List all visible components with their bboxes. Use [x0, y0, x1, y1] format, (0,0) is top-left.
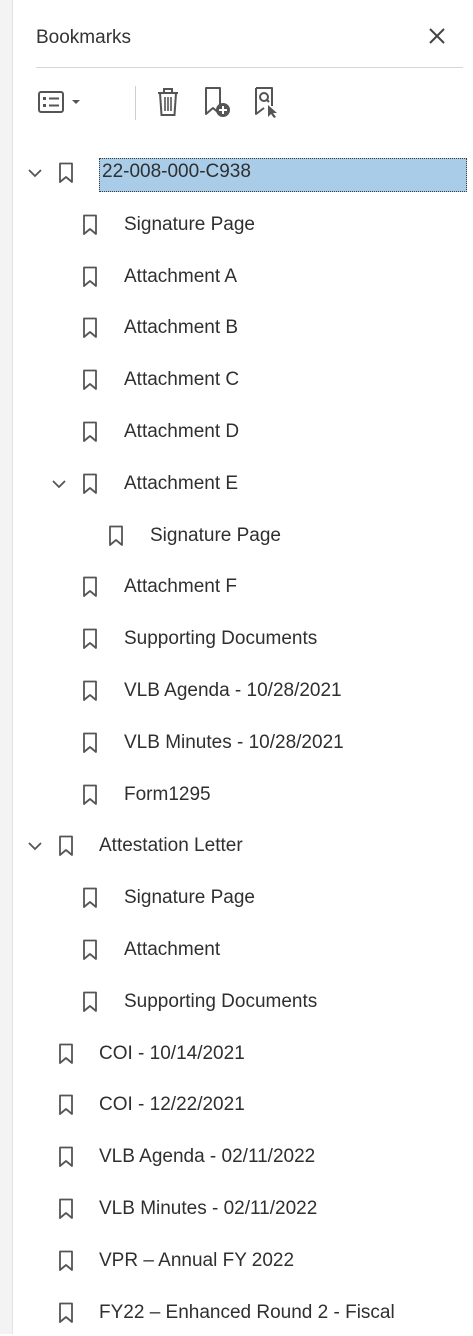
bookmark-icon — [82, 991, 98, 1013]
bookmark-item[interactable]: COI - 12/22/2021 — [0, 1082, 473, 1128]
chevron-down-icon[interactable] — [26, 837, 44, 855]
bookmark-icon — [82, 214, 98, 236]
close-button[interactable] — [423, 22, 451, 50]
bookmark-item[interactable]: Supporting Documents — [0, 979, 473, 1025]
bookmark-item[interactable]: VLB Agenda - 10/28/2021 — [0, 668, 473, 714]
bookmark-icon — [58, 162, 74, 184]
bookmark-icon — [82, 887, 98, 909]
list-options-icon — [38, 91, 80, 113]
bookmark-item[interactable]: Signature Page — [0, 513, 473, 559]
bookmark-item[interactable]: Form1295 — [0, 772, 473, 818]
bookmark-item[interactable]: Attachment D — [0, 409, 473, 455]
bookmark-icon — [82, 421, 98, 443]
bookmark-icon — [58, 1094, 74, 1116]
bookmark-icon — [82, 473, 98, 495]
bookmark-icon — [58, 1198, 74, 1220]
bookmark-item[interactable]: Signature Page — [0, 875, 473, 921]
bookmark-label: VLB Minutes - 10/28/2021 — [124, 731, 344, 753]
bookmark-icon — [82, 369, 98, 391]
bookmark-label: VPR – Annual FY 2022 — [99, 1249, 295, 1271]
bookmark-icon — [58, 1043, 74, 1065]
panel-header: Bookmarks — [36, 18, 463, 68]
find-current-bookmark-button[interactable] — [248, 84, 284, 120]
bookmark-label: Attachment F — [124, 576, 237, 598]
bookmark-icon — [58, 835, 74, 857]
chevron-down-icon[interactable] — [50, 475, 68, 493]
bookmark-icon — [82, 628, 98, 650]
bookmark-label: VLB Minutes - 02/11/2022 — [99, 1198, 318, 1219]
new-bookmark-icon — [205, 87, 230, 117]
bookmark-item[interactable]: Attachment A — [0, 254, 473, 300]
bookmark-item[interactable]: 22-008-000-C938 — [0, 150, 473, 196]
bookmark-item[interactable]: VLB Minutes - 02/11/2022 — [0, 1186, 473, 1232]
header-divider — [36, 67, 463, 68]
bookmark-label: Attachment E — [124, 472, 239, 494]
toolbar-separator — [135, 86, 136, 120]
bookmark-item[interactable]: COI - 10/14/2021 — [0, 1031, 473, 1077]
bookmark-icon — [82, 732, 98, 754]
close-icon — [429, 28, 445, 44]
bookmark-icon — [58, 1146, 74, 1168]
bookmark-label: Form1295 — [124, 783, 211, 805]
bookmark-label: Attachment — [124, 939, 221, 960]
bookmark-item[interactable]: FY22 – Enhanced Round 2 - Fiscal — [0, 1290, 473, 1336]
bookmark-item[interactable]: VLB Minutes - 10/28/2021 — [0, 720, 473, 766]
bookmark-icon — [82, 576, 98, 598]
delete-bookmark-button[interactable] — [150, 84, 186, 120]
find-bookmark-icon — [255, 87, 277, 118]
bookmark-icon — [58, 1250, 74, 1272]
bookmark-label: Signature Page — [124, 213, 255, 235]
bookmark-icon — [82, 680, 98, 702]
bookmark-label: COI - 12/22/2021 — [99, 1094, 245, 1116]
bookmark-label: Attachment A — [124, 265, 238, 287]
bookmark-label: VLB Agenda - 02/11/2022 — [99, 1146, 316, 1168]
bookmark-item[interactable]: Attachment — [0, 927, 473, 973]
bookmark-label: Signature Page — [124, 887, 255, 909]
bookmark-label: Attachment C — [124, 369, 240, 391]
bookmark-icon — [82, 784, 98, 806]
bookmark-label: Signature Page — [150, 524, 281, 546]
bookmark-label: Supporting Documents — [124, 990, 318, 1012]
bookmark-item[interactable]: Signature Page — [0, 202, 473, 248]
bookmark-label: Attestation Letter — [99, 835, 243, 857]
bookmark-icon — [82, 939, 98, 961]
bookmark-item[interactable]: VLB Agenda - 02/11/2022 — [0, 1134, 473, 1180]
bookmark-item[interactable]: Attachment E — [0, 461, 473, 507]
options-dropdown-button[interactable] — [34, 84, 90, 120]
bookmark-label: Attachment B — [124, 317, 239, 339]
bookmark-label: COI - 10/14/2021 — [99, 1042, 245, 1064]
panel-title: Bookmarks — [36, 27, 132, 48]
bookmark-item[interactable]: Supporting Documents — [0, 616, 473, 662]
trash-icon — [158, 88, 178, 116]
chevron-down-icon[interactable] — [26, 164, 44, 182]
bookmark-label: Attachment D — [124, 421, 240, 442]
bookmark-icon — [82, 317, 98, 339]
new-bookmark-button[interactable] — [198, 84, 234, 120]
bookmark-label: Supporting Documents — [124, 628, 318, 650]
bookmark-label: 22-008-000-C938 — [99, 158, 467, 192]
bookmark-icon — [82, 266, 98, 288]
bookmark-label: VLB Agenda - 10/28/2021 — [124, 680, 342, 701]
bookmark-item[interactable]: Attachment F — [0, 564, 473, 610]
bookmark-icon — [58, 1302, 74, 1324]
bookmarks-toolbar — [34, 84, 434, 124]
bookmark-item[interactable]: Attestation Letter — [0, 823, 473, 869]
bookmark-item[interactable]: Attachment C — [0, 357, 473, 403]
bookmarks-panel: Bookmarks 22-008-000-C938 Signature Page… — [0, 0, 473, 1334]
bookmark-label: FY22 – Enhanced Round 2 - Fiscal — [99, 1301, 395, 1323]
bookmark-item[interactable]: Attachment B — [0, 305, 473, 351]
bookmark-icon — [108, 525, 124, 547]
bookmark-item[interactable]: VPR – Annual FY 2022 — [0, 1238, 473, 1284]
